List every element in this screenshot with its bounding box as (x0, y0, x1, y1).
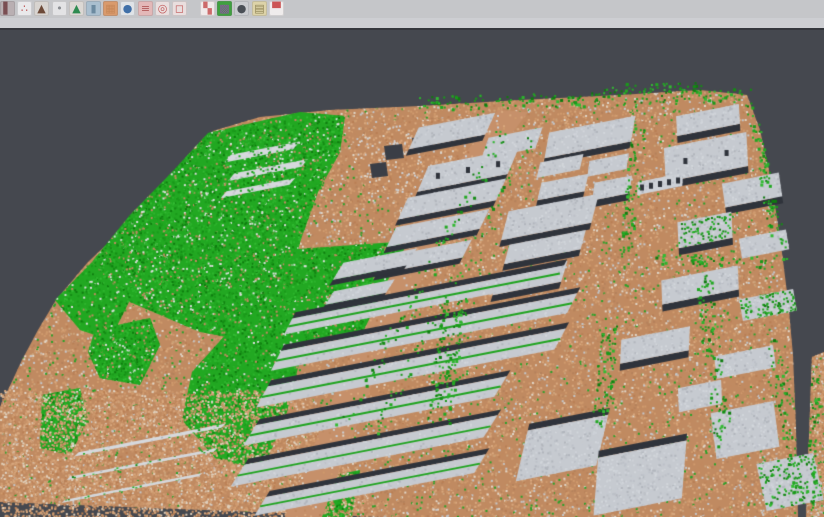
target-select-icon[interactable]: ◎ (155, 1, 170, 16)
smooth-tool-icon[interactable]: • (52, 1, 67, 16)
terrain-model-icon[interactable]: ▲ (34, 1, 49, 16)
checker-filter-icon[interactable]: ▚ (200, 1, 215, 16)
toolbar-lower-strip (0, 18, 824, 28)
clip-tool-icon[interactable]: ▌ (0, 1, 15, 16)
vegetation-model-icon[interactable]: ▲ (69, 1, 84, 16)
point-cloud-canvas[interactable] (0, 30, 824, 517)
main-toolbar: ▌∴▲•▲▮▦●≡◎◻▚▩●▤▀ (0, 0, 824, 18)
extent-select-icon[interactable]: ◻ (172, 1, 187, 16)
flag-strip-icon[interactable]: ▀ (269, 1, 284, 16)
notes-icon[interactable]: ▤ (252, 1, 267, 16)
mesh-sphere-icon[interactable]: ● (234, 1, 249, 16)
globe-view-icon[interactable]: ● (120, 1, 135, 16)
point-sampling-icon[interactable]: ∴ (17, 1, 32, 16)
classification-map-icon[interactable]: ▩ (217, 1, 232, 16)
application-window: ▌∴▲•▲▮▦●≡◎◻▚▩●▤▀ (0, 0, 824, 517)
orthophoto-icon[interactable]: ▦ (103, 1, 118, 16)
profile-view-icon[interactable]: ▮ (86, 1, 101, 16)
layers-icon[interactable]: ≡ (138, 1, 153, 16)
viewport-3d (0, 30, 824, 517)
